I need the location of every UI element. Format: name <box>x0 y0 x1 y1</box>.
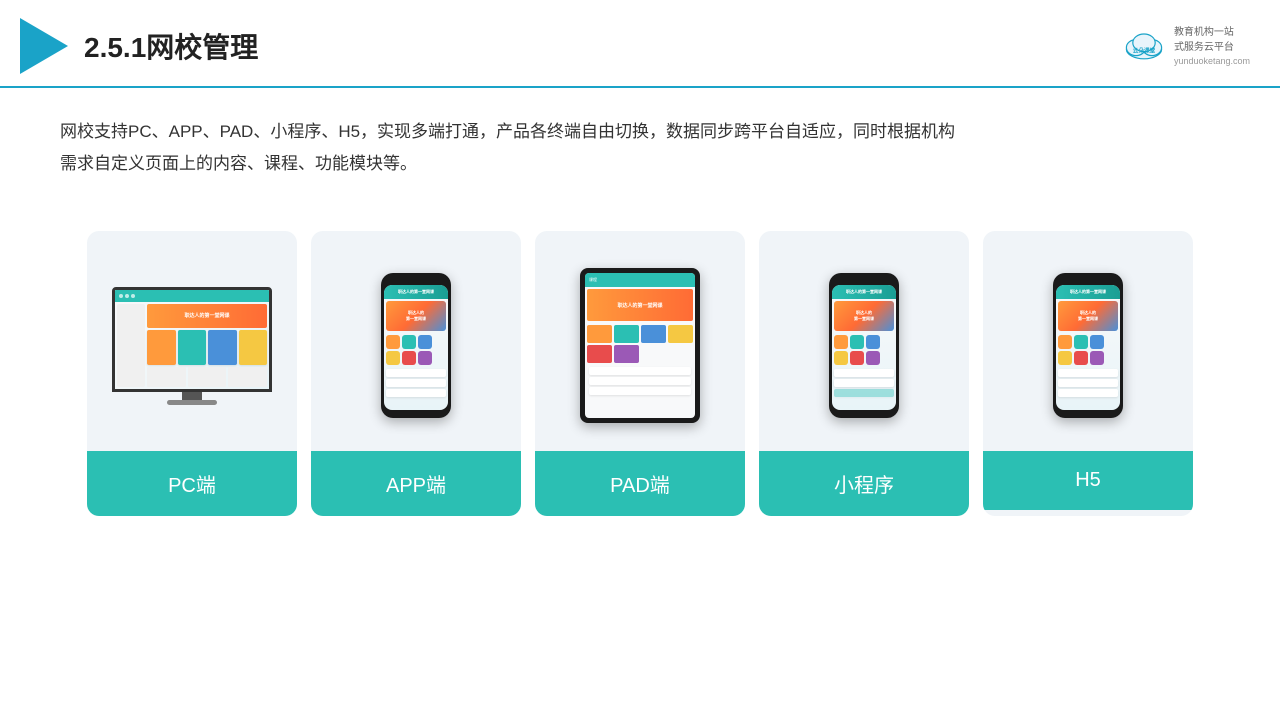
pc-screen: 职达人的第一堂网课 <box>112 287 272 392</box>
brand-url: yunduoketang.com <box>1174 55 1250 68</box>
card-pc: 职达人的第一堂网课 <box>87 231 297 516</box>
card-image-area-mini: 职达人的第一堂网课 职达人的第一堂网课 <box>759 231 969 451</box>
card-label-h5: H5 <box>983 451 1193 510</box>
card-image-area-app: 职达人的第一堂网课 职达人的第一堂网课 <box>311 231 521 451</box>
phone-mockup-app: 职达人的第一堂网课 职达人的第一堂网课 <box>381 273 451 418</box>
description-line2: 需求自定义页面上的内容、课程、功能模块等。 <box>60 148 1040 180</box>
card-image-area-h5: 职达人的第一堂网课 职达人的第一堂网课 <box>983 231 1193 451</box>
card-label-pad: PAD端 <box>535 451 745 516</box>
cloud-logo-icon: 云朵课堂 <box>1120 30 1168 62</box>
description-line1: 网校支持PC、APP、PAD、小程序、H5，实现多端打通，产品各终端自由切换，数… <box>60 116 1040 148</box>
card-label-app: APP端 <box>311 451 521 516</box>
platform-cards: 职达人的第一堂网课 <box>0 201 1280 546</box>
page-title: 2.5.1网校管理 <box>84 26 258 66</box>
pc-mockup: 职达人的第一堂网课 <box>112 287 272 405</box>
tablet-mockup: 课程 职达人的第一堂网课 <box>580 268 700 423</box>
card-image-area-pc: 职达人的第一堂网课 <box>87 231 297 451</box>
card-pad: 课程 职达人的第一堂网课 <box>535 231 745 516</box>
card-h5: 职达人的第一堂网课 职达人的第一堂网课 <box>983 231 1193 516</box>
description-text: 网校支持PC、APP、PAD、小程序、H5，实现多端打通，产品各终端自由切换，数… <box>0 88 1100 191</box>
phone-mockup-mini: 职达人的第一堂网课 职达人的第一堂网课 <box>829 273 899 418</box>
card-app: 职达人的第一堂网课 职达人的第一堂网课 <box>311 231 521 516</box>
card-label-mini: 小程序 <box>759 451 969 516</box>
brand-logo: 云朵课堂 教育机构一站 式服务云平台 yunduoketang.com <box>1120 25 1250 68</box>
header-left: 2.5.1网校管理 <box>20 18 258 74</box>
page-header: 2.5.1网校管理 云朵课堂 教育机构一站 式服务云平台 yunduoketan… <box>0 0 1280 88</box>
brand-tagline: 教育机构一站 式服务云平台 yunduoketang.com <box>1174 25 1250 68</box>
phone-mockup-h5: 职达人的第一堂网课 职达人的第一堂网课 <box>1053 273 1123 418</box>
header-right: 云朵课堂 教育机构一站 式服务云平台 yunduoketang.com <box>1120 25 1250 68</box>
brand-triangle-icon <box>20 18 68 74</box>
card-label-pc: PC端 <box>87 451 297 516</box>
card-image-area-pad: 课程 职达人的第一堂网课 <box>535 231 745 451</box>
card-miniprogram: 职达人的第一堂网课 职达人的第一堂网课 <box>759 231 969 516</box>
